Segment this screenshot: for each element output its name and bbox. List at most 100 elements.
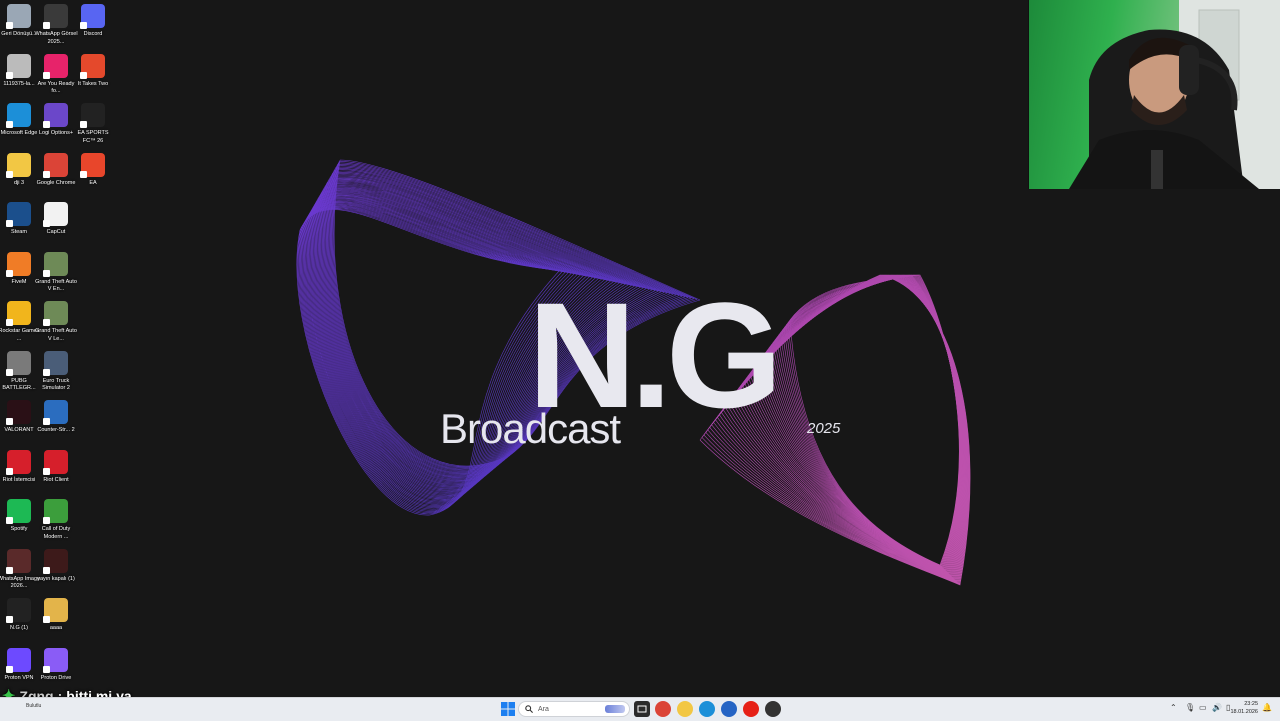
desktop-icon-fivem[interactable]: FiveM	[0, 251, 38, 287]
desktop-icon-image-thumbnail[interactable]: N.G (1)	[0, 598, 38, 633]
capcut-icon	[43, 202, 68, 227]
search-highlight-icon	[605, 705, 625, 713]
shortcut-arrow-icon	[6, 616, 13, 623]
recycle-bin-icon	[6, 4, 31, 29]
shortcut-arrow-icon	[6, 418, 13, 425]
counter-strike-icon	[43, 400, 68, 425]
taskbar-clock[interactable]: 23:25 18.01.2026	[1230, 700, 1258, 716]
task-view-icon	[637, 705, 647, 713]
clock-time: 23:25	[1244, 701, 1258, 707]
desktop-icon-euro-truck[interactable]: Euro Truck Simulator 2	[37, 350, 75, 393]
desktop-icon-image-thumbnail[interactable]: WhatsApp Image 2026...	[0, 548, 40, 591]
wallpaper-year: 2025	[807, 420, 841, 437]
spotify-icon	[6, 499, 31, 524]
desktop-icon-riot-client[interactable]: Riot Client	[37, 449, 75, 485]
desktop-icon-it-takes-two[interactable]: It Takes Two	[74, 53, 112, 89]
desktop-icon-label: EA SPORTS FC™ 26	[77, 130, 109, 144]
desktop-icon-are-you-ready[interactable]: Are You Ready fo...	[37, 53, 75, 96]
folder-icon	[43, 598, 68, 623]
desktop-icon-pubg[interactable]: PUBG BATTLEGR...	[0, 350, 38, 393]
proton-vpn-icon	[6, 647, 31, 673]
desktop-icon-recycle-bin[interactable]: Geri Dönüşü...	[0, 4, 38, 39]
wallpaper-logo-subtitle: Broadcast	[440, 405, 621, 452]
shortcut-arrow-icon	[43, 616, 50, 623]
shortcut-arrow-icon	[6, 170, 13, 178]
store-taskbar-icon[interactable]	[721, 701, 737, 717]
desktop-icon-riot-client[interactable]: Riot İstemcisi	[0, 449, 38, 485]
desktop-icon-proton-drive[interactable]: Proton Drive	[37, 647, 75, 683]
chrome-taskbar-icon[interactable]	[655, 701, 671, 717]
task-view-button[interactable]	[634, 701, 650, 717]
shortcut-arrow-icon	[43, 121, 50, 128]
desktop-icon-steam[interactable]: Steam	[0, 202, 38, 237]
webcam-person-image	[1069, 0, 1280, 189]
file-explorer-taskbar-icon[interactable]	[677, 701, 693, 717]
clock-date: 18.01.2026	[1230, 709, 1258, 715]
shortcut-arrow-icon	[6, 71, 13, 79]
desktop-icon-edge[interactable]: Microsoft Edge	[0, 103, 38, 138]
desktop-icon-ea-sports-fc[interactable]: EA SPORTS FC™ 26	[74, 103, 112, 145]
desktop-icon-valorant[interactable]: VALORANT	[0, 400, 38, 435]
youtube-taskbar-icon[interactable]	[743, 701, 759, 717]
image-thumbnail-icon	[6, 598, 31, 623]
riot-client-icon	[6, 449, 31, 475]
start-button[interactable]	[500, 701, 516, 717]
notification-bell-icon[interactable]: 🔔	[1262, 703, 1272, 712]
shortcut-arrow-icon	[80, 22, 87, 29]
shortcut-arrow-icon	[43, 269, 50, 277]
desktop-icon-logi-options[interactable]: Logi Options+	[37, 103, 75, 138]
edge-icon	[6, 103, 31, 128]
desktop-icon-image-thumbnail[interactable]: WhatsApp Görsel 2025...	[34, 4, 78, 46]
desktop-icon-call-of-duty[interactable]: Call of Duty Modern ...	[37, 499, 75, 541]
image-thumbnail-icon	[43, 548, 68, 574]
desktop-icon-capcut[interactable]: CapCut	[37, 202, 75, 237]
desktop-icon-gta-v[interactable]: Grand Theft Auto V En...	[35, 251, 77, 294]
desktop-icon-folder[interactable]: dji 3	[0, 152, 38, 188]
shortcut-arrow-icon	[43, 467, 50, 475]
shortcut-arrow-icon	[6, 319, 13, 326]
obs-taskbar-icon[interactable]	[765, 701, 781, 717]
microphone-icon[interactable]: 🎙	[1185, 703, 1195, 712]
desktop-icon-image-thumbnail[interactable]: yayın kapalı (1)	[37, 548, 75, 584]
shortcut-arrow-icon	[43, 418, 50, 425]
desktop-icon-proton-vpn[interactable]: Proton VPN	[0, 647, 38, 683]
chrome-icon	[43, 152, 68, 178]
volume-icon[interactable]: 🔊	[1212, 703, 1222, 712]
desktop-icon-file-thumbnail[interactable]: 1119375-la...	[0, 53, 38, 89]
desktop-icon-chrome[interactable]: Google Chrome	[37, 152, 75, 188]
desktop-icon-label: Euro Truck Simulator 2	[42, 377, 70, 392]
are-you-ready-icon	[43, 53, 68, 79]
it-takes-two-icon	[80, 53, 105, 79]
file-thumbnail-icon	[6, 53, 31, 79]
desktop-icon-gta-v[interactable]: Grand Theft Auto V Le...	[35, 301, 77, 343]
proton-drive-icon	[43, 647, 68, 673]
pubg-icon	[6, 350, 31, 376]
shortcut-arrow-icon	[6, 467, 13, 475]
desktop-icon-label: EA	[89, 179, 97, 186]
valorant-icon	[6, 400, 31, 425]
desktop-icon-spotify[interactable]: Spotify	[0, 499, 38, 534]
desktop-icon-rockstar[interactable]: Rockstar Games ...	[0, 301, 39, 343]
network-icon[interactable]: ▭	[1199, 703, 1207, 712]
shortcut-arrow-icon	[6, 517, 13, 524]
shortcut-arrow-icon	[6, 220, 13, 227]
desktop-icon-folder[interactable]: aaaa	[37, 598, 75, 633]
taskbar-search[interactable]: Ara	[518, 701, 630, 717]
fivem-icon	[6, 251, 31, 277]
shortcut-arrow-icon	[80, 170, 87, 178]
ea-sports-fc-icon	[80, 103, 105, 128]
shortcut-arrow-icon	[43, 566, 50, 574]
edge-taskbar-icon[interactable]	[699, 701, 715, 717]
desktop-icon-ea[interactable]: EA	[74, 152, 112, 188]
shortcut-arrow-icon	[6, 269, 13, 277]
desktop-icon-discord[interactable]: Discord	[74, 4, 112, 39]
desktop-icon-counter-strike[interactable]: Counter-Str... 2	[37, 400, 75, 435]
taskbar: Ara ⌃ 🎙 ▭ 🔊 ▯ 23:25 18.01.2026 🔔	[0, 697, 1280, 721]
steam-icon	[6, 202, 31, 227]
desktop-icon-label: Grand Theft Auto V En...	[35, 278, 77, 293]
tray-overflow-icon[interactable]: ⌃	[1170, 703, 1177, 712]
desktop-icon-label: Call of Duty Modern ...	[41, 526, 71, 540]
taskbar-weather-text[interactable]: Bulutlu	[26, 703, 41, 709]
desktop-icon-label: yayın kapalı (1)	[37, 575, 75, 582]
search-placeholder: Ara	[538, 705, 549, 713]
